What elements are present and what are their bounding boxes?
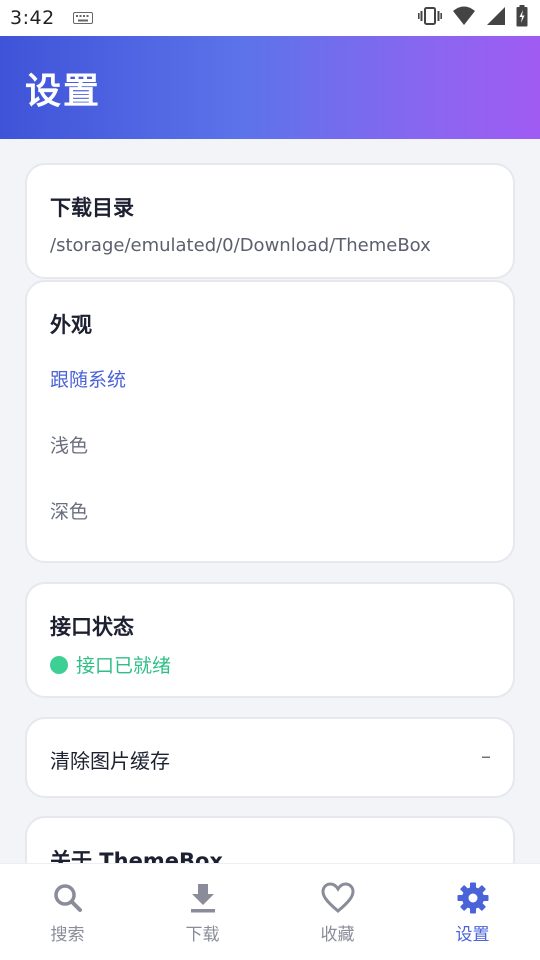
app-header: 设置 [0,36,540,139]
nav-favorites[interactable]: 收藏 [270,864,405,960]
appearance-card: 外观 跟随系统 浅色 深色 [25,280,515,563]
battery-icon [516,5,528,31]
search-icon [53,884,82,912]
theme-option-light[interactable]: 浅色 [50,431,88,458]
nav-favorites-label: 收藏 [320,925,355,945]
about-card[interactable]: 关于 ThemeBox [25,816,515,863]
heart-icon [320,882,355,913]
settings-list[interactable]: 下载目录 /storage/emulated/0/Download/ThemeB… [0,139,540,863]
api-status-text: 接口已就绪 [76,655,172,677]
download-dir-card[interactable]: 下载目录 /storage/emulated/0/Download/ThemeB… [25,163,515,279]
clear-cache-card[interactable]: 清除图片缓存 – [25,717,515,798]
cache-size-value: – [481,744,491,768]
clear-cache-label: 清除图片缓存 [50,749,170,773]
status-dot-icon [50,655,68,674]
wifi-icon [452,6,476,30]
theme-option-system[interactable]: 跟随系统 [50,365,126,392]
page-title: 设置 [25,70,102,112]
api-status-row: 接口已就绪 [50,651,171,678]
nav-search-label: 搜索 [50,925,85,945]
nav-download[interactable]: 下载 [135,864,270,960]
api-status-card: 接口状态 接口已就绪 [25,582,515,698]
theme-option-dark[interactable]: 深色 [50,497,88,524]
gear-icon [457,882,488,914]
status-bar: 3:42 [0,0,540,36]
download-icon [190,884,215,913]
nav-search[interactable]: 搜索 [0,864,135,960]
bottom-nav: 搜索 下载 收藏 设置 [0,863,540,960]
signal-icon [486,6,506,30]
vibrate-icon [418,6,443,30]
about-title: 关于 ThemeBox [50,849,223,863]
download-dir-path: /storage/emulated/0/Download/ThemeBox [50,235,431,256]
api-status-title: 接口状态 [50,615,134,639]
nav-download-label: 下载 [185,925,220,945]
status-time: 3:42 [10,7,55,29]
keyboard-icon [72,12,93,24]
nav-settings-label: 设置 [455,925,490,945]
nav-settings[interactable]: 设置 [405,864,540,960]
download-dir-title: 下载目录 [50,196,134,220]
appearance-title: 外观 [50,313,92,337]
